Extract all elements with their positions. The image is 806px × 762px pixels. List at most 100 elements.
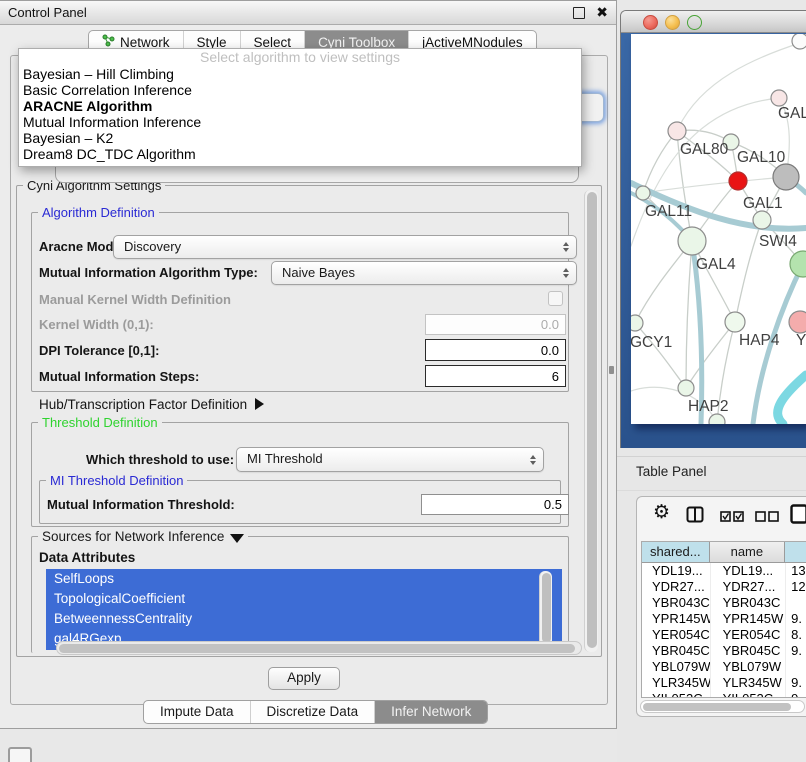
table-cell[interactable]: YBR045C [642,643,710,659]
mi-threshold-field[interactable] [421,494,569,515]
table-cell[interactable] [785,659,806,675]
attributes-list-scrollbar[interactable] [539,571,552,647]
select-all-checkboxes-icon[interactable] [720,509,744,527]
table-cell[interactable]: YIL052C [710,691,786,698]
table-column-header[interactable]: name [710,542,786,562]
network-node[interactable] [631,315,643,331]
network-node[interactable] [725,312,745,332]
new-document-icon[interactable] [790,504,806,529]
table-cell[interactable]: YPR145W [642,611,710,627]
network-node[interactable] [773,164,799,190]
table-cell[interactable]: 9. [785,643,806,659]
table-row[interactable]: YDL19...YDL19...13 [642,563,806,579]
scrollbar-thumb[interactable] [643,703,791,711]
table-cell[interactable]: 13 [785,563,806,579]
control-panel-titlebar[interactable]: Control Panel ✖ [0,1,616,25]
table-horizontal-scrollbar[interactable] [640,700,805,713]
data-attribute-item[interactable]: BetweennessCentrality [46,609,562,629]
table-cell[interactable]: 12 [785,579,806,595]
algorithm-option[interactable]: Basic Correlation Inference [19,82,581,98]
table-cell[interactable]: YDR27... [710,579,786,595]
table-row[interactable]: YBR045CYBR045C9. [642,643,806,659]
network-edge[interactable] [643,177,786,193]
network-canvas[interactable]: GALGAL80GAL10GAL1SWI4GAL11GAL4YGCY1HAP4H… [631,34,806,424]
table-row[interactable]: YPR145WYPR145W9. [642,611,806,627]
network-edge[interactable] [735,220,762,322]
algorithm-option[interactable]: Bayesian – K2 [19,130,581,146]
scrollbar-thumb[interactable] [587,192,597,648]
columns-icon[interactable] [686,506,704,528]
zoom-traffic-light-icon[interactable] [687,15,702,30]
algorithm-option[interactable]: Dream8 DC_TDC Algorithm [19,146,581,162]
table-row[interactable]: YDR27...YDR27...12 [642,579,806,595]
dpi-tolerance-field[interactable] [425,339,566,361]
table-cell[interactable]: YER054C [642,627,710,643]
scrollbar-thumb[interactable] [542,573,551,643]
table-row[interactable]: YBR043CYBR043C [642,595,806,611]
network-edge[interactable] [635,323,686,388]
network-node[interactable] [668,122,686,140]
network-node[interactable] [789,311,806,333]
mi-algorithm-type-select[interactable]: Naive Bayes [271,261,577,285]
network-node[interactable] [729,172,747,190]
network-node[interactable] [678,227,706,255]
network-edge[interactable] [686,241,692,388]
close-icon[interactable]: ✖ [596,2,608,25]
table-cell[interactable]: YBR043C [642,595,710,611]
tab-infer-network[interactable]: Infer Network [374,701,487,723]
table-row[interactable]: YER054CYER054C8. [642,627,806,643]
gear-icon[interactable]: ⚙ [653,499,670,525]
network-window-titlebar[interactable] [621,11,806,33]
table-cell[interactable]: YBL079W [642,659,710,675]
table-cell[interactable]: 9 [785,691,806,698]
table-row[interactable]: YLR345WYLR345W9. [642,675,806,691]
tab-impute-data[interactable]: Impute Data [144,701,250,723]
network-node[interactable] [678,380,694,396]
data-attributes-list[interactable]: SelfLoopsTopologicalCoefficientBetweenne… [46,569,562,650]
table-cell[interactable]: YLR345W [710,675,786,691]
settings-horizontal-scrollbar[interactable] [56,641,582,655]
network-node[interactable] [792,34,806,49]
minimize-traffic-light-icon[interactable] [665,15,680,30]
float-window-icon[interactable] [573,7,585,19]
table-cell[interactable]: 8. [785,627,806,643]
close-traffic-light-icon[interactable] [643,15,658,30]
table-cell[interactable]: YBR045C [710,643,786,659]
table-row[interactable]: YBL079WYBL079W [642,659,806,675]
table-cell[interactable]: 9. [785,611,806,627]
manual-kernel-checkbox[interactable] [548,291,563,306]
network-edge[interactable] [635,241,692,323]
table-cell[interactable]: YPR145W [710,611,786,627]
sources-group-title[interactable]: Sources for Network Inference [38,529,248,544]
network-node[interactable] [771,90,787,106]
table-cell[interactable]: YDL19... [710,563,786,579]
panel-splitter-handle[interactable] [609,366,614,374]
table-column-header[interactable] [785,542,806,562]
table-column-header[interactable]: shared... [642,542,710,562]
network-node[interactable] [790,251,806,277]
table-cell[interactable]: YBR043C [710,595,786,611]
mi-steps-field[interactable] [425,365,566,387]
deselect-all-checkboxes-icon[interactable] [755,509,779,527]
network-node[interactable] [753,211,771,229]
table-cell[interactable]: YLR345W [642,675,710,691]
tab-discretize-data[interactable]: Discretize Data [250,701,375,723]
hub-definition-row[interactable]: Hub/Transcription Factor Definition [39,397,264,412]
network-node[interactable] [709,414,725,424]
table-cell[interactable]: YER054C [710,627,786,643]
apply-button[interactable]: Apply [268,667,340,690]
docked-panel-icon[interactable] [8,747,32,762]
data-attribute-item[interactable]: SelfLoops [46,569,562,589]
table-cell[interactable]: YIL052C [642,691,710,698]
network-edge[interactable] [778,375,806,424]
collapse-down-icon[interactable] [230,534,244,543]
data-attribute-item[interactable]: TopologicalCoefficient [46,589,562,609]
algorithm-option[interactable]: ARACNE Algorithm [19,98,581,114]
table-cell[interactable]: YDL19... [642,563,710,579]
network-node[interactable] [636,186,650,200]
aracne-mode-select[interactable]: Discovery [113,235,577,259]
table-row[interactable]: YIL052CYIL052C9 [642,691,806,698]
expand-right-icon[interactable] [255,398,264,410]
settings-vertical-scrollbar[interactable] [584,190,598,652]
which-threshold-select[interactable]: MI Threshold [236,447,544,472]
